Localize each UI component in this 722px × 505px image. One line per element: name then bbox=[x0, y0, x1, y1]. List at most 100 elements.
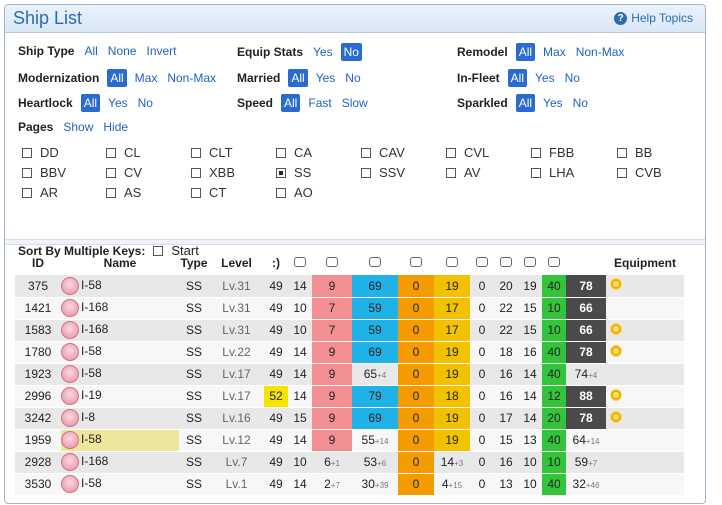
checkbox[interactable] bbox=[191, 187, 201, 198]
type-filter-ssv[interactable]: SSV bbox=[361, 165, 405, 180]
filter-option[interactable]: All bbox=[288, 69, 308, 87]
filter-option[interactable]: Yes bbox=[533, 70, 557, 86]
type-filter-ss[interactable]: SS bbox=[276, 165, 311, 180]
col-header-aa[interactable] bbox=[398, 251, 434, 275]
cell-equipment[interactable] bbox=[606, 429, 684, 452]
cell-name[interactable]: I-168 bbox=[61, 319, 179, 342]
checkbox[interactable] bbox=[191, 167, 201, 178]
checkbox[interactable] bbox=[531, 147, 541, 158]
table-row[interactable]: 1923 I-58 SS Lv.17 49 14 9 65+4 0 19 0 16 14 40 74+4 bbox=[15, 363, 684, 386]
cell-name[interactable]: I-19 bbox=[61, 385, 179, 408]
checkbox[interactable] bbox=[446, 167, 456, 178]
filter-option[interactable]: No bbox=[340, 43, 362, 61]
checkbox[interactable] bbox=[276, 187, 286, 198]
cell-equipment[interactable] bbox=[606, 451, 684, 474]
table-row[interactable]: 3530 I-58 SS Lv.1 49 14 2+7 30+39 0 4+15 0 13 10 40 32… bbox=[15, 473, 684, 496]
cell-equipment[interactable] bbox=[606, 407, 684, 430]
filter-option[interactable]: Non-Max bbox=[574, 44, 627, 60]
table-row[interactable]: 1780 I-58 SS Lv.22 49 14 9 69 0 19 0 18 16 40 78 bbox=[15, 341, 684, 364]
type-filter-bb[interactable]: BB bbox=[617, 145, 652, 160]
cell-name[interactable]: I-168 bbox=[61, 297, 179, 320]
col-header-hp[interactable] bbox=[288, 251, 312, 275]
col-header-eq[interactable] bbox=[566, 251, 606, 275]
checkbox[interactable] bbox=[22, 167, 32, 178]
checkbox[interactable] bbox=[276, 167, 286, 178]
type-filter-bbv[interactable]: BBV bbox=[22, 165, 66, 180]
filter-option[interactable]: All bbox=[107, 69, 127, 87]
checkbox[interactable] bbox=[361, 147, 371, 158]
table-row[interactable]: 1421 I-168 SS Lv.31 49 10 7 59 0 17 0 22 15 10 66 bbox=[15, 297, 684, 320]
checkbox[interactable] bbox=[617, 147, 627, 158]
filter-option[interactable]: Hide bbox=[101, 119, 130, 135]
type-filter-lha[interactable]: LHA bbox=[531, 165, 574, 180]
type-filter-ca[interactable]: CA bbox=[276, 145, 312, 160]
type-filter-ct[interactable]: CT bbox=[191, 185, 226, 200]
col-header-asw[interactable] bbox=[470, 251, 494, 275]
equipment-gear-icon[interactable] bbox=[610, 388, 622, 401]
col-header-ev[interactable] bbox=[494, 251, 518, 275]
filter-option[interactable]: All bbox=[82, 43, 99, 59]
filter-option[interactable]: Slow bbox=[340, 95, 370, 111]
checkbox[interactable] bbox=[22, 187, 32, 198]
col-header-ar[interactable] bbox=[434, 251, 470, 275]
filter-option[interactable]: Fast bbox=[306, 95, 333, 111]
filter-option[interactable]: No bbox=[571, 95, 590, 111]
checkbox[interactable] bbox=[276, 147, 286, 158]
filter-option[interactable]: Yes bbox=[311, 44, 335, 60]
col-header-id[interactable]: ID bbox=[15, 251, 61, 275]
cell-name[interactable]: I-168 bbox=[61, 451, 179, 474]
cell-equipment[interactable] bbox=[606, 385, 684, 408]
cell-equipment[interactable] bbox=[606, 297, 684, 320]
table-row[interactable]: 1583 I-168 SS Lv.31 49 10 7 59 0 17 0 22 15 10 66 bbox=[15, 319, 684, 342]
cell-equipment[interactable] bbox=[606, 363, 684, 386]
type-filter-ar[interactable]: AR bbox=[22, 185, 58, 200]
type-filter-av[interactable]: AV bbox=[446, 165, 480, 180]
table-row[interactable]: 2928 I-168 SS Lv.7 49 10 6+1 53+6 0 14+3 0 16 10 10 59… bbox=[15, 451, 684, 474]
col-header-name[interactable]: Name bbox=[61, 251, 179, 275]
col-header-type[interactable]: Type bbox=[179, 251, 209, 275]
type-filter-clt[interactable]: CLT bbox=[191, 145, 233, 160]
equipment-gear-icon[interactable] bbox=[610, 410, 622, 423]
cell-name[interactable]: I-58 bbox=[61, 363, 179, 386]
equipment-gear-icon[interactable] bbox=[610, 278, 622, 291]
cell-name[interactable]: I-58 bbox=[61, 275, 179, 298]
type-filter-as[interactable]: AS bbox=[106, 185, 141, 200]
col-header-los[interactable] bbox=[518, 251, 542, 275]
col-header-fp[interactable] bbox=[312, 251, 352, 275]
filter-option[interactable]: Show bbox=[61, 119, 95, 135]
cell-name[interactable]: I-58 bbox=[61, 473, 179, 496]
col-header-morale[interactable]: :) bbox=[264, 251, 288, 275]
filter-option[interactable]: Yes bbox=[314, 70, 338, 86]
type-filter-cl[interactable]: CL bbox=[106, 145, 141, 160]
col-header-luck[interactable] bbox=[542, 251, 566, 275]
filter-option[interactable]: All bbox=[515, 94, 536, 112]
col-header-tp[interactable] bbox=[352, 251, 398, 275]
table-row[interactable]: 1959 I-58 SS Lv.12 49 14 9 55+14 0 19 0 15 13 40 64+14 bbox=[15, 429, 684, 452]
cell-equipment[interactable] bbox=[606, 473, 684, 496]
filter-option[interactable]: All bbox=[80, 94, 101, 112]
col-header-equipment[interactable]: Equipment bbox=[606, 251, 684, 275]
filter-option[interactable]: Max bbox=[541, 44, 568, 60]
equipment-gear-icon[interactable] bbox=[610, 344, 622, 357]
checkbox[interactable] bbox=[446, 147, 456, 158]
checkbox[interactable] bbox=[106, 147, 116, 158]
checkbox[interactable] bbox=[106, 187, 116, 198]
checkbox[interactable] bbox=[22, 147, 32, 158]
filter-option[interactable]: All bbox=[515, 43, 536, 61]
type-filter-cav[interactable]: CAV bbox=[361, 145, 405, 160]
filter-option[interactable]: None bbox=[106, 43, 139, 59]
table-row[interactable]: 375 I-58 SS Lv.31 49 14 9 69 0 19 0 20 19 40 78 bbox=[15, 275, 684, 298]
table-row[interactable]: 2996 I-19 SS Lv.17 52 14 9 79 0 18 0 16 14 12 88 bbox=[15, 385, 684, 408]
table-row[interactable]: 3242 I-8 SS Lv.16 49 15 9 69 0 19 0 17 14 20 78 bbox=[15, 407, 684, 430]
checkbox[interactable] bbox=[617, 167, 627, 178]
checkbox[interactable] bbox=[531, 167, 541, 178]
type-filter-cv[interactable]: CV bbox=[106, 165, 142, 180]
checkbox[interactable] bbox=[361, 167, 371, 178]
filter-option[interactable]: No bbox=[343, 70, 362, 86]
type-filter-cvb[interactable]: CVB bbox=[617, 165, 662, 180]
filter-option[interactable]: All bbox=[281, 94, 301, 112]
cell-equipment[interactable] bbox=[606, 341, 684, 364]
cell-equipment[interactable] bbox=[606, 275, 684, 298]
filter-option[interactable]: Invert bbox=[144, 43, 178, 59]
filter-option[interactable]: Non-Max bbox=[165, 70, 218, 86]
